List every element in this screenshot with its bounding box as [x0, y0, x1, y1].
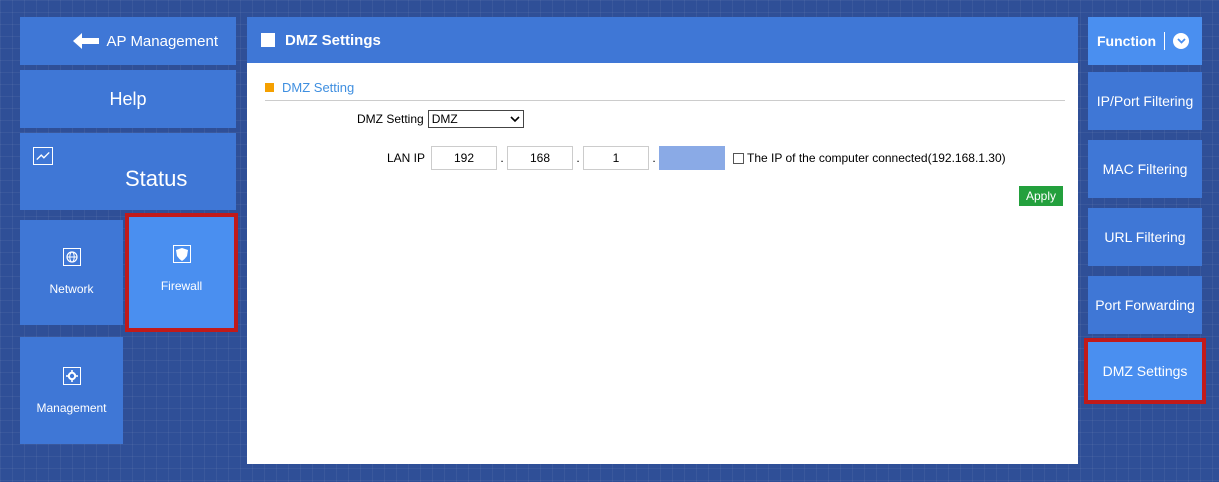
nav-item-label: MAC Filtering [1102, 161, 1188, 177]
nav-url-filtering[interactable]: URL Filtering [1088, 208, 1202, 266]
management-label: Management [36, 401, 107, 415]
page-header: DMZ Settings [247, 17, 1078, 63]
ap-management-button[interactable]: AP Management [20, 17, 236, 65]
section-title-label: DMZ Setting [282, 80, 355, 95]
ap-management-label: AP Management [106, 32, 218, 50]
section-bullet-icon [265, 83, 274, 92]
firewall-tile[interactable]: Firewall [125, 213, 238, 332]
management-tile[interactable]: Management [20, 337, 123, 444]
nav-item-label: URL Filtering [1104, 229, 1186, 245]
content-panel: DMZ Setting DMZ Setting DMZ LAN IP 192 .… [247, 63, 1078, 464]
ip-octet-3-input[interactable]: 1 [583, 146, 650, 170]
dmz-setting-row: DMZ Setting DMZ [357, 110, 524, 128]
page-title: DMZ Settings [285, 31, 381, 49]
dmz-setting-value: DMZ [431, 112, 458, 126]
use-computer-ip-checkbox[interactable] [733, 152, 745, 164]
gear-icon [62, 367, 81, 385]
globe-icon [62, 248, 81, 266]
square-icon [261, 33, 275, 47]
nav-dmz-settings[interactable]: DMZ Settings [1084, 338, 1206, 404]
function-label: Function [1097, 33, 1157, 49]
ip-octet-1-input[interactable]: 192 [431, 146, 498, 170]
help-tile[interactable]: Help [20, 70, 236, 128]
status-tile[interactable]: Status [20, 133, 236, 210]
lan-ip-row: LAN IP 192 . 168 . 1 . The IP of the com… [387, 146, 1006, 170]
arrow-left-icon [72, 33, 99, 49]
chart-icon [33, 147, 53, 165]
ip-dot: . [500, 151, 504, 165]
ip-dot: . [652, 151, 656, 165]
shield-icon [172, 245, 191, 263]
ip-dot: . [576, 151, 580, 165]
lan-ip-label: LAN IP [387, 151, 426, 165]
firewall-label: Firewall [160, 279, 203, 293]
chevron-down-icon [510, 115, 520, 122]
chevron-down-icon [1173, 33, 1190, 49]
ip-octet-2-input[interactable]: 168 [507, 146, 574, 170]
section-title: DMZ Setting [265, 80, 354, 95]
help-label: Help [109, 88, 147, 109]
use-computer-ip-label: The IP of the computer connected(192.168… [747, 151, 1006, 165]
ip-octet-4-input[interactable] [659, 146, 726, 170]
nav-ip-port-filtering[interactable]: IP/Port Filtering [1088, 72, 1202, 130]
nav-item-label: IP/Port Filtering [1096, 93, 1194, 109]
function-menu-button[interactable]: Function [1088, 17, 1202, 65]
dmz-setting-label: DMZ Setting [357, 112, 424, 126]
nav-item-label: DMZ Settings [1102, 363, 1188, 379]
nav-port-forwarding[interactable]: Port Forwarding [1088, 276, 1202, 334]
section-divider [265, 100, 1065, 101]
nav-item-label: Port Forwarding [1095, 297, 1195, 313]
network-label: Network [49, 282, 94, 296]
status-label: Status [125, 166, 188, 191]
nav-mac-filtering[interactable]: MAC Filtering [1088, 140, 1202, 198]
network-tile[interactable]: Network [20, 220, 123, 325]
separator [1164, 32, 1166, 50]
apply-button[interactable]: Apply [1019, 186, 1063, 206]
dmz-setting-select[interactable]: DMZ [427, 110, 524, 128]
